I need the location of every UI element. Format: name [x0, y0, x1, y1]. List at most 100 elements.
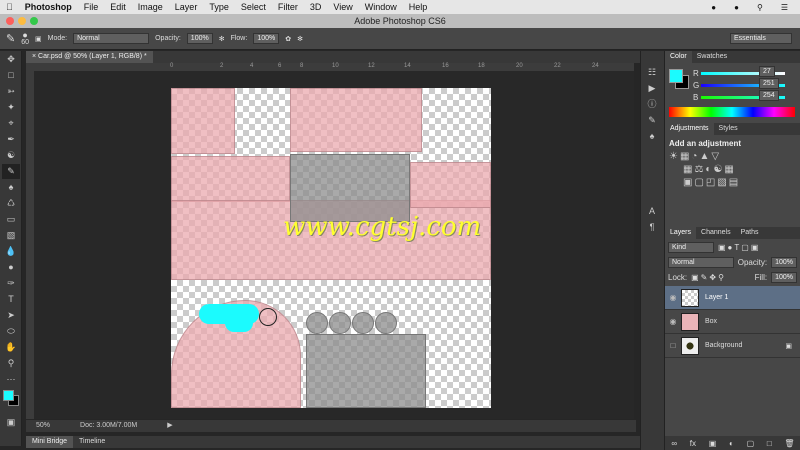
clone-stamp-tool-icon[interactable]: ♠: [2, 180, 20, 195]
menu-help[interactable]: Help: [403, 2, 434, 12]
shape-tool-icon[interactable]: ⬭: [2, 324, 20, 339]
delete-layer-icon[interactable]: 🗑: [784, 439, 794, 448]
layer-row[interactable]: □ Background ▣: [665, 334, 800, 358]
fg-color-chip[interactable]: [669, 69, 683, 83]
eye-icon[interactable]: ◉: [665, 317, 681, 326]
tab-mini-bridge[interactable]: Mini Bridge: [26, 436, 74, 448]
document-tab[interactable]: × Car.psd @ 50% (Layer 1, RGB/8) *: [26, 51, 153, 63]
dodge-tool-icon[interactable]: ●: [2, 260, 20, 275]
tab-channels[interactable]: Channels: [696, 227, 736, 239]
info-icon[interactable]: ⓘ: [643, 97, 661, 112]
zoom-window-button[interactable]: [30, 17, 38, 25]
adjustment-layer-icon[interactable]: ◐: [729, 439, 734, 448]
fill-field[interactable]: 100%: [771, 272, 797, 283]
history-icon[interactable]: ☷: [643, 65, 661, 80]
lock-icons[interactable]: ▣✎✥⚲: [691, 273, 726, 282]
list-icon[interactable]: ☰: [775, 3, 794, 12]
history-brush-tool-icon[interactable]: ♺: [2, 196, 20, 211]
filter-icons[interactable]: ▣●T▢▣: [718, 243, 760, 252]
hand-tool-icon[interactable]: ✋: [2, 340, 20, 355]
layer-row[interactable]: ◉ Box: [665, 310, 800, 334]
eraser-tool-icon[interactable]: ▭: [2, 212, 20, 227]
airbrush-icon[interactable]: ✿: [285, 35, 291, 43]
marquee-tool-icon[interactable]: □: [2, 68, 20, 83]
actions-icon[interactable]: ▶: [643, 81, 661, 96]
layer-opacity-field[interactable]: 100%: [771, 257, 797, 268]
menu-window[interactable]: Window: [359, 2, 403, 12]
color-spectrum[interactable]: [669, 107, 795, 117]
blend-mode-select[interactable]: Normal: [668, 257, 734, 268]
menu-file[interactable]: File: [78, 2, 105, 12]
eye-icon[interactable]: ◉: [665, 293, 681, 302]
character-icon[interactable]: A: [643, 204, 661, 219]
tab-layers[interactable]: Layers: [665, 227, 697, 239]
menu-view[interactable]: View: [327, 2, 358, 12]
brush-tool-icon[interactable]: ✎: [2, 164, 20, 179]
menu-select[interactable]: Select: [235, 2, 272, 12]
zoom-tool-icon[interactable]: ⚲: [2, 356, 20, 371]
status-arrow-icon[interactable]: ▶: [167, 420, 172, 432]
foreground-color-swatch[interactable]: [3, 390, 14, 401]
r-value[interactable]: 27: [759, 66, 775, 77]
link-layers-icon[interactable]: ∞: [671, 439, 677, 448]
search-icon[interactable]: ⚲: [751, 3, 769, 12]
path-select-tool-icon[interactable]: ➤: [2, 308, 20, 323]
menu-filter[interactable]: Filter: [272, 2, 304, 12]
quick-select-tool-icon[interactable]: ✦: [2, 100, 20, 115]
pen-tool-icon[interactable]: ✑: [2, 276, 20, 291]
clone-source-icon[interactable]: ♠: [643, 129, 661, 144]
menu-layer[interactable]: Layer: [169, 2, 204, 12]
visibility-box[interactable]: □: [665, 341, 681, 350]
menu-edit[interactable]: Edit: [104, 2, 132, 12]
layer-row[interactable]: ◉ Layer 1: [665, 286, 800, 310]
adjustment-icons-row-2[interactable]: ▦⚖◐☯▦: [683, 164, 796, 175]
apple-icon[interactable]: : [0, 2, 19, 12]
close-window-button[interactable]: [6, 17, 14, 25]
new-layer-icon[interactable]: □: [767, 439, 772, 448]
kind-filter[interactable]: Kind: [668, 242, 714, 253]
g-value[interactable]: 251: [759, 78, 779, 89]
workspace-select[interactable]: Essentials: [730, 33, 792, 44]
new-group-icon[interactable]: ▢: [747, 439, 755, 448]
tab-adjustments[interactable]: Adjustments: [665, 123, 714, 135]
tab-styles[interactable]: Styles: [714, 123, 743, 135]
lasso-tool-icon[interactable]: ➳: [2, 84, 20, 99]
type-tool-icon[interactable]: T: [2, 292, 20, 307]
menu-app[interactable]: Photoshop: [19, 2, 78, 12]
brush-panel-icon[interactable]: ▣: [35, 35, 42, 43]
brush-preset-picker[interactable]: ● 60: [21, 30, 29, 46]
mode-select[interactable]: Normal: [73, 33, 150, 44]
healing-tool-icon[interactable]: ☯: [2, 148, 20, 163]
opacity-field[interactable]: 100%: [186, 33, 213, 44]
crop-tool-icon[interactable]: ⌖: [2, 116, 20, 131]
brush-tool-icon[interactable]: ✎: [6, 32, 15, 45]
tab-timeline[interactable]: Timeline: [73, 436, 111, 448]
document-canvas[interactable]: www.cgtsj.com: [171, 88, 491, 408]
adjustment-icons-row-3[interactable]: ▣▢◰▧▤: [683, 177, 796, 188]
flow-field[interactable]: 100%: [253, 33, 280, 44]
adjustment-icons-row-1[interactable]: ☀▦◔▲▽: [669, 151, 796, 162]
tab-color[interactable]: Color: [665, 51, 692, 63]
zoom-level[interactable]: 50%: [36, 420, 50, 432]
more-tools-icon[interactable]: ⋯: [2, 372, 20, 387]
eyedropper-tool-icon[interactable]: ✒: [2, 132, 20, 147]
tab-paths[interactable]: Paths: [736, 227, 764, 239]
move-tool-icon[interactable]: ✥: [2, 52, 20, 67]
pressure-opacity-icon[interactable]: ✻: [219, 35, 225, 43]
pressure-size-icon[interactable]: ✻: [297, 35, 303, 43]
gradient-tool-icon[interactable]: ▧: [2, 228, 20, 243]
tab-swatches[interactable]: Swatches: [692, 51, 732, 63]
menu-image[interactable]: Image: [132, 2, 169, 12]
paragraph-icon[interactable]: ¶: [643, 220, 661, 235]
menu-type[interactable]: Type: [203, 2, 235, 12]
add-mask-icon[interactable]: ▣: [709, 439, 717, 448]
quick-mask-icon[interactable]: ▣: [2, 415, 20, 430]
fx-icon[interactable]: fx: [690, 439, 696, 448]
brush-presets-icon[interactable]: ✎: [643, 113, 661, 128]
minimize-window-button[interactable]: [18, 17, 26, 25]
menu-3d[interactable]: 3D: [304, 2, 328, 12]
status-icon-a[interactable]: ●: [705, 3, 722, 12]
b-value[interactable]: 254: [759, 90, 779, 101]
bluetooth-icon[interactable]: ●: [728, 3, 745, 12]
blur-tool-icon[interactable]: 💧: [2, 244, 20, 259]
